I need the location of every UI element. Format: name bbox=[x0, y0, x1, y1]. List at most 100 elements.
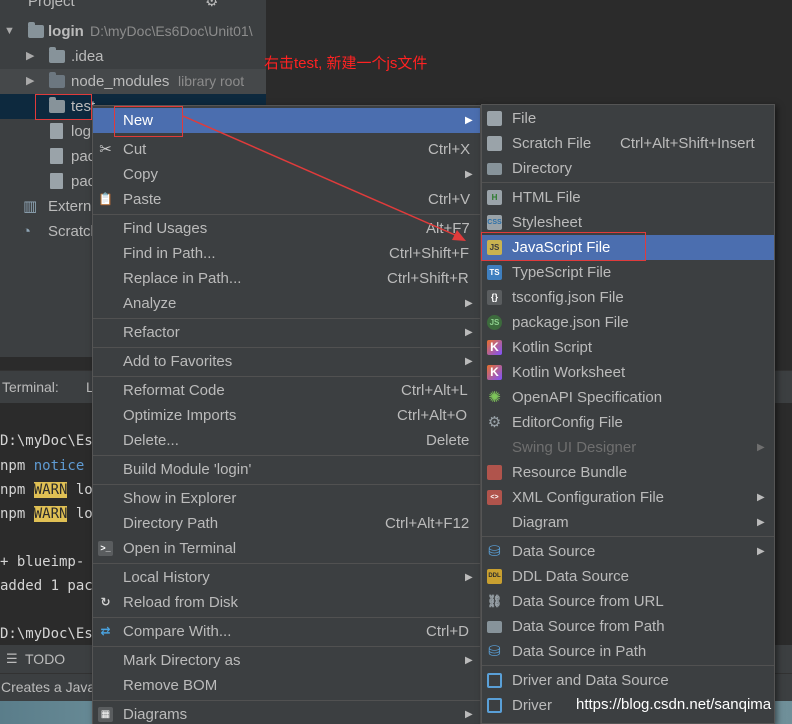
menu-label: TypeScript File bbox=[512, 264, 612, 281]
new-item-data-source-url[interactable]: ⛓ Data Source from URL bbox=[482, 589, 774, 614]
menu-item-open-in-terminal[interactable]: >_ Open in Terminal bbox=[93, 536, 480, 561]
menu-label: Local History bbox=[123, 569, 210, 586]
new-item-package-json[interactable]: JS package.json File bbox=[482, 310, 774, 335]
menu-item-add-to-favorites[interactable]: Add to Favorites ▶ bbox=[93, 349, 480, 374]
new-item-ddl-data-source[interactable]: DDL DDL Data Source bbox=[482, 564, 774, 589]
new-item-scratch-file[interactable]: Scratch File Ctrl+Alt+Shift+Insert bbox=[482, 131, 774, 156]
menu-separator bbox=[93, 347, 480, 348]
scissors-icon: ✂ bbox=[99, 141, 112, 158]
menu-label: Find Usages bbox=[123, 220, 208, 237]
terminal-line: npm WARN lo bbox=[0, 506, 93, 522]
file-icon bbox=[487, 111, 502, 126]
menu-label: Directory bbox=[512, 160, 573, 177]
new-item-tsconfig-json[interactable]: {} tsconfig.json File bbox=[482, 285, 774, 310]
submenu-arrow-icon: ▶ bbox=[757, 492, 765, 503]
folder-icon bbox=[49, 47, 65, 63]
menu-item-directory-path[interactable]: Directory Path Ctrl+Alt+F12 bbox=[93, 511, 480, 536]
kotlin-icon: K bbox=[487, 340, 502, 355]
menu-item-refactor[interactable]: Refactor ▶ bbox=[93, 320, 480, 345]
new-item-data-source-path[interactable]: Data Source from Path bbox=[482, 614, 774, 639]
new-item-editorconfig[interactable]: ⚙ EditorConfig File bbox=[482, 410, 774, 435]
database-icon: ⛁ bbox=[488, 543, 501, 560]
library-icon: ▥ bbox=[23, 198, 38, 215]
json-file-icon: {} bbox=[487, 290, 502, 305]
menu-item-reformat-code[interactable]: Reformat Code Ctrl+Alt+L bbox=[93, 378, 480, 403]
project-header: Project ⚙ bbox=[0, 0, 266, 14]
menu-item-mark-directory-as[interactable]: Mark Directory as ▶ bbox=[93, 648, 480, 673]
tree-label: login bbox=[48, 23, 84, 40]
menu-item-copy[interactable]: Copy ▶ bbox=[93, 162, 480, 187]
new-item-kotlin-script[interactable]: K Kotlin Script bbox=[482, 335, 774, 360]
library-root-note: library root bbox=[178, 73, 245, 89]
driver-icon bbox=[487, 673, 502, 688]
scratch-icon: ◔ bbox=[22, 223, 32, 240]
chevron-right-icon[interactable]: ▶ bbox=[26, 69, 34, 94]
menu-item-replace-in-path[interactable]: Replace in Path... Ctrl+Shift+R bbox=[93, 266, 480, 291]
terminal-warn: WARN bbox=[33, 482, 68, 498]
menu-item-diagrams[interactable]: ▦ Diagrams ▶ bbox=[93, 702, 480, 724]
tree-row-node-modules[interactable]: ▶ node_modules library root bbox=[0, 69, 266, 94]
json-file-icon bbox=[50, 173, 63, 189]
terminal-line: + blueimp- bbox=[0, 554, 85, 570]
menu-item-paste[interactable]: 📋 Paste Ctrl+V bbox=[93, 187, 480, 212]
menu-label: HTML File bbox=[512, 189, 581, 206]
menu-item-show-in-explorer[interactable]: Show in Explorer bbox=[93, 486, 480, 511]
new-item-typescript-file[interactable]: TS TypeScript File bbox=[482, 260, 774, 285]
menu-item-local-history[interactable]: Local History ▶ bbox=[93, 565, 480, 590]
chevron-down-icon[interactable]: ▼ bbox=[4, 19, 15, 44]
terminal-line: D:\myDoc\Es bbox=[0, 626, 93, 642]
new-item-data-source-in-path[interactable]: ⛁ Data Source in Path bbox=[482, 639, 774, 664]
watermark-text: https://blog.csdn.net/sanqima bbox=[576, 696, 772, 713]
menu-label: Open in Terminal bbox=[123, 540, 237, 557]
menu-item-remove-bom[interactable]: Remove BOM bbox=[93, 673, 480, 698]
menu-item-compare-with[interactable]: ⇄ Compare With... Ctrl+D bbox=[93, 619, 480, 644]
new-item-file[interactable]: File bbox=[482, 106, 774, 131]
terminal-text: npm bbox=[0, 458, 34, 474]
menu-item-find-in-path[interactable]: Find in Path... Ctrl+Shift+F bbox=[93, 241, 480, 266]
new-item-openapi[interactable]: ✺ OpenAPI Specification bbox=[482, 385, 774, 410]
menu-shortcut: Ctrl+Shift+F bbox=[389, 245, 470, 262]
new-item-data-source[interactable]: ⛁ Data Source ▶ bbox=[482, 539, 774, 564]
menu-item-optimize-imports[interactable]: Optimize Imports Ctrl+Alt+O bbox=[93, 403, 480, 428]
resource-bundle-icon bbox=[487, 465, 502, 480]
menu-item-reload-from-disk[interactable]: ↻ Reload from Disk bbox=[93, 590, 480, 615]
todo-tab[interactable]: TODO bbox=[25, 651, 65, 667]
menu-item-delete[interactable]: Delete... Delete bbox=[93, 428, 480, 453]
menu-separator bbox=[93, 484, 480, 485]
menu-label: DDL Data Source bbox=[512, 568, 629, 585]
terminal-icon: >_ bbox=[98, 541, 113, 556]
menu-item-analyze[interactable]: Analyze ▶ bbox=[93, 291, 480, 316]
terminal-text: npm bbox=[0, 506, 34, 522]
folder-icon bbox=[49, 72, 65, 88]
new-item-diagram[interactable]: Diagram ▶ bbox=[482, 510, 774, 535]
menu-label: Resource Bundle bbox=[512, 464, 628, 481]
folder-icon bbox=[487, 163, 502, 175]
menu-item-find-usages[interactable]: Find Usages Alt+F7 bbox=[93, 216, 480, 241]
menu-item-cut[interactable]: ✂ Cut Ctrl+X bbox=[93, 137, 480, 162]
submenu-arrow-icon: ▶ bbox=[465, 169, 473, 180]
gear-icon[interactable]: ⚙ bbox=[205, 0, 218, 14]
chevron-right-icon[interactable]: ▶ bbox=[26, 44, 34, 69]
new-item-resource-bundle[interactable]: Resource Bundle bbox=[482, 460, 774, 485]
new-item-xml-configuration[interactable]: <> XML Configuration File ▶ bbox=[482, 485, 774, 510]
tree-path: D:\myDoc\Es6Doc\Unit01\ bbox=[90, 23, 253, 39]
menu-separator bbox=[93, 455, 480, 456]
tree-row-idea[interactable]: ▶ .idea bbox=[0, 44, 266, 69]
menu-item-build-module[interactable]: Build Module 'login' bbox=[93, 457, 480, 482]
menu-shortcut: Ctrl+Alt+O bbox=[397, 407, 468, 424]
terminal-tab-label[interactable]: Terminal: bbox=[2, 379, 59, 395]
menu-label: Driver and Data Source bbox=[512, 672, 669, 689]
database-icon: ⛁ bbox=[488, 643, 501, 660]
list-icon: ☰ bbox=[6, 651, 18, 666]
menu-label: Analyze bbox=[123, 295, 177, 312]
kotlin-icon: K bbox=[487, 365, 502, 380]
submenu-arrow-icon: ▶ bbox=[465, 298, 473, 309]
new-item-html-file[interactable]: H HTML File bbox=[482, 185, 774, 210]
new-item-driver-and-data-source[interactable]: Driver and Data Source bbox=[482, 668, 774, 693]
tree-row-login[interactable]: ▼ login D:\myDoc\Es6Doc\Unit01\ bbox=[0, 19, 266, 44]
new-item-kotlin-worksheet[interactable]: K Kotlin Worksheet bbox=[482, 360, 774, 385]
menu-label: OpenAPI Specification bbox=[512, 389, 663, 406]
new-item-swing-ui-designer[interactable]: Swing UI Designer ▶ bbox=[482, 435, 774, 460]
new-item-directory[interactable]: Directory bbox=[482, 156, 774, 181]
menu-label: Driver bbox=[512, 697, 552, 714]
